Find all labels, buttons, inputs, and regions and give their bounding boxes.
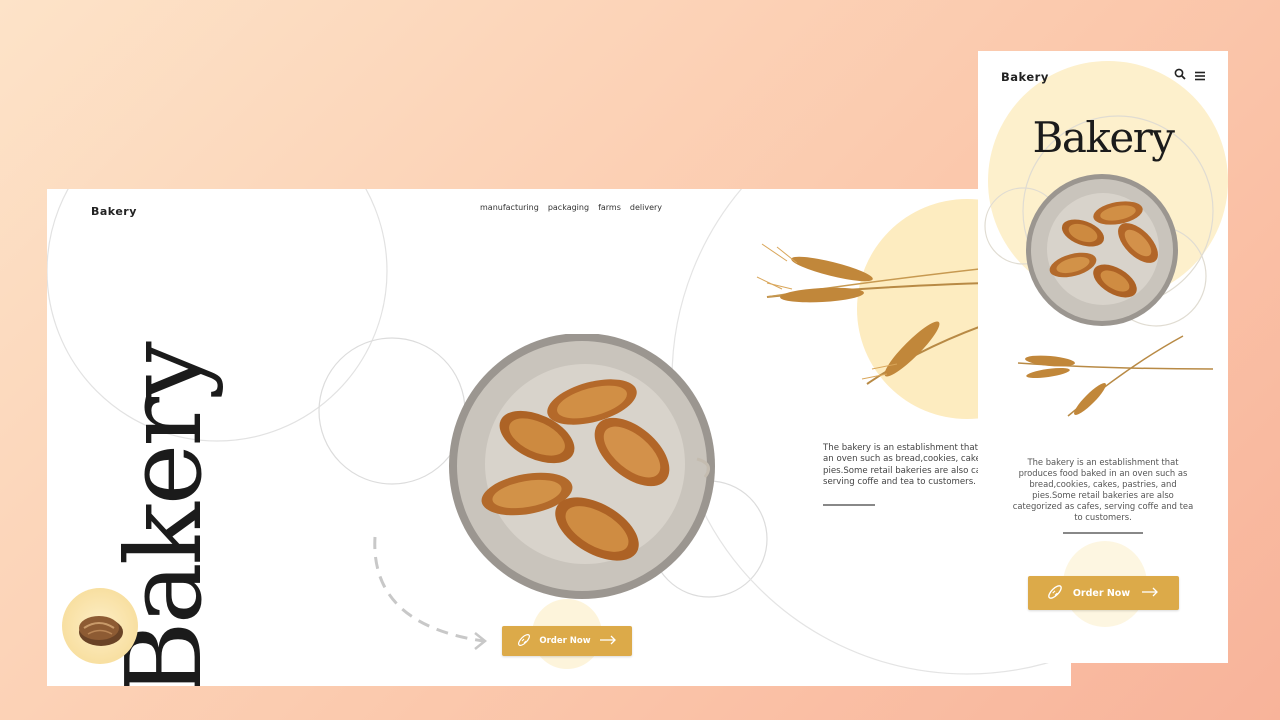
logo[interactable]: Bakery [1001, 70, 1049, 84]
wheat-image [1017, 335, 1214, 417]
bread-badge [62, 588, 138, 664]
divider [823, 504, 875, 506]
order-now-button[interactable]: Order Now [1028, 576, 1179, 610]
desktop-mockup: Bakery manufacturing packaging farms del… [47, 189, 1071, 686]
order-now-label: Order Now [1072, 587, 1131, 599]
order-now-button[interactable]: Order Now [502, 626, 632, 656]
menu-icon[interactable] [1195, 68, 1205, 86]
dashed-arrow-icon [373, 536, 488, 650]
arrow-right-icon [1140, 587, 1160, 600]
mobile-mockup: Bakery Bakery The bakery is an establish… [978, 51, 1228, 663]
nav-item-delivery[interactable]: delivery [630, 203, 662, 212]
top-nav: manufacturing packaging farms delivery [480, 203, 662, 212]
arrow-right-icon [599, 635, 617, 648]
hero-title: Bakery [1032, 113, 1175, 162]
description-text: The bakery is an establishment that prod… [1012, 457, 1194, 522]
logo[interactable]: Bakery [91, 205, 137, 218]
search-icon[interactable] [1174, 67, 1186, 85]
nav-item-packaging[interactable]: packaging [548, 203, 589, 212]
order-now-label: Order Now [539, 636, 591, 646]
nav-item-farms[interactable]: farms [598, 203, 621, 212]
divider [1063, 532, 1143, 534]
croissant-basket-image [1026, 174, 1178, 326]
baguette-icon [517, 633, 531, 650]
baguette-icon [1047, 584, 1063, 603]
nav-item-manufacturing[interactable]: manufacturing [480, 203, 539, 212]
bread-loaf-icon [79, 616, 123, 646]
